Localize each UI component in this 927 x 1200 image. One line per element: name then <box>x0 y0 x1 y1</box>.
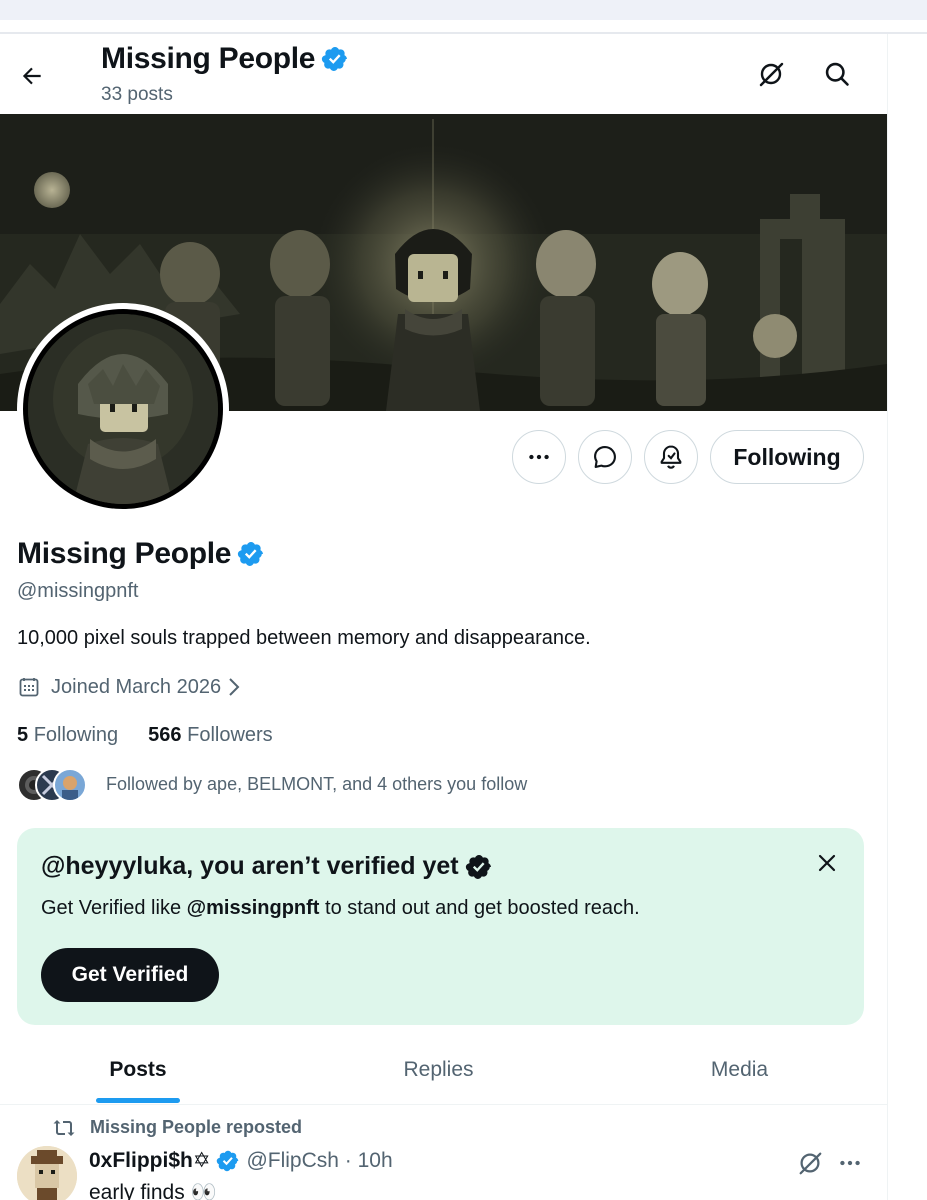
verification-title-row: @heyyyluka, you aren’t verified yet <box>41 852 493 881</box>
message-button[interactable] <box>578 430 632 484</box>
joined-date[interactable]: Joined March 2026 <box>17 675 241 699</box>
post-handle-time[interactable]: @FlipCsh · 10h <box>246 1149 392 1173</box>
profile-bio: 10,000 pixel souls trapped between memor… <box>17 627 591 649</box>
header-title: Missing People <box>101 42 316 75</box>
search-button[interactable] <box>817 54 857 94</box>
notifications-button[interactable] <box>644 430 698 484</box>
followed-by-avatars[interactable] <box>17 768 91 804</box>
verification-text: Get Verified like @missingpnft to stand … <box>41 897 640 920</box>
calendar-icon <box>19 678 39 697</box>
tab-media[interactable]: Media <box>597 1035 882 1105</box>
post-author-name[interactable]: 0xFlippi$h✡ <box>89 1148 210 1173</box>
profile-header-bar: Missing People 33 posts <box>0 34 887 114</box>
close-button[interactable] <box>812 848 842 878</box>
get-verified-button[interactable]: Get Verified <box>41 948 219 1002</box>
grok-icon <box>799 1152 822 1175</box>
grok-button[interactable] <box>751 54 791 94</box>
post-author-avatar[interactable] <box>17 1146 77 1200</box>
avatar-image <box>28 314 218 504</box>
verification-text-after: to stand out and get boosted reach. <box>319 897 640 919</box>
followers-label: Followers <box>187 724 273 746</box>
more-button[interactable] <box>512 430 566 484</box>
message-icon <box>594 446 616 468</box>
post-text: early finds 👀 <box>89 1181 217 1200</box>
more-icon <box>840 1160 860 1166</box>
profile-handle: @missingpnft <box>17 580 139 602</box>
browser-chrome-strip <box>0 0 927 20</box>
posts-count: 33 posts <box>101 84 173 105</box>
column-divider <box>887 34 888 1200</box>
search-icon <box>825 62 849 86</box>
post-more-button[interactable] <box>833 1146 867 1180</box>
profile-name-row: Missing People <box>17 537 265 571</box>
post-grok-button[interactable] <box>793 1146 827 1180</box>
chevron-right-icon <box>229 678 240 696</box>
following-stat[interactable]: 5 Following <box>17 724 118 747</box>
arrow-left-icon <box>22 67 41 85</box>
header-title-row: Missing People <box>101 42 349 76</box>
followers-count: 566 <box>148 724 182 746</box>
verified-badge-icon <box>217 1150 239 1171</box>
following-count: 5 <box>17 724 29 746</box>
profile-avatar[interactable] <box>17 303 229 515</box>
verification-prompt-card: @heyyyluka, you aren’t verified yet Get … <box>17 828 864 1025</box>
joined-label: Joined March 2026 <box>51 675 222 698</box>
repost-label: Missing People reposted <box>90 1117 303 1137</box>
tab-posts[interactable]: Posts <box>0 1035 276 1105</box>
following-button[interactable]: Following <box>710 430 864 484</box>
active-tab-indicator <box>96 1098 180 1103</box>
avatar-frame <box>23 309 223 509</box>
followers-stat[interactable]: 566 Followers <box>148 724 273 747</box>
close-icon <box>818 854 836 872</box>
verified-badge-icon <box>465 854 491 879</box>
verified-badge-icon <box>322 47 348 71</box>
repost-icon <box>53 1119 75 1136</box>
verified-badge-icon[interactable] <box>237 540 265 568</box>
verification-text-before: Get Verified like <box>41 897 187 919</box>
verification-text-handle: @missingpnft <box>186 897 320 919</box>
follow-stats: 5 Following 566 Followers <box>17 724 303 747</box>
verification-title: @heyyyluka, you aren’t verified yet <box>41 852 459 880</box>
repost-indicator[interactable]: Missing People reposted <box>52 1117 302 1138</box>
post-header: 0xFlippi$h✡ @FlipCsh · 10h <box>89 1148 393 1173</box>
tab-replies[interactable]: Replies <box>296 1035 581 1105</box>
profile-tabs: Posts Replies Media <box>0 1035 887 1105</box>
profile-name: Missing People <box>17 537 232 570</box>
following-label: Following <box>33 724 119 746</box>
follower-avatar <box>53 768 87 802</box>
bell-icon <box>660 445 682 469</box>
grok-icon <box>759 62 784 87</box>
followed-by-text[interactable]: Followed by ape, BELMONT, and 4 others y… <box>106 774 527 795</box>
more-icon <box>529 454 549 460</box>
back-button[interactable] <box>12 56 52 96</box>
